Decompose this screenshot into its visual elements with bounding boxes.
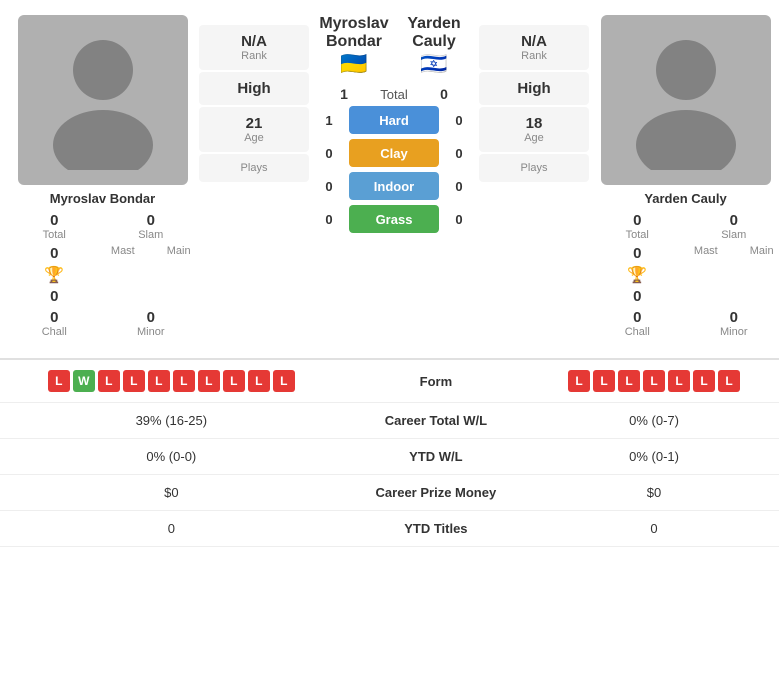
- player2-flag: 🇮🇱: [420, 51, 447, 77]
- player2-header: Yarden Cauly 🇮🇱: [394, 15, 474, 77]
- player1-header: Myroslav Bondar 🇺🇦: [314, 15, 394, 77]
- player2-plays-box: Plays: [479, 154, 589, 182]
- stats-table: LWLLLLLLLL Form LLLLLLL 39% (16-25) Care…: [0, 360, 779, 547]
- player1-stats: 0 Total 0 Slam 0 🏆 0: [10, 212, 195, 338]
- stat-label: Career Total W/L: [343, 403, 529, 439]
- player1-card: Myroslav Bondar 0 Total 0 Slam 0 🏆: [10, 15, 195, 338]
- stat-label: YTD W/L: [343, 439, 529, 475]
- surface-row-indoor: 0 Indoor 0: [314, 172, 474, 200]
- player2-age-box: 18 Age: [479, 107, 589, 152]
- bottom-section: LWLLLLLLLL Form LLLLLLL 39% (16-25) Care…: [0, 358, 779, 547]
- player1-avatar: [18, 15, 188, 185]
- stat-p2-value: 0% (0-7): [529, 403, 779, 439]
- player2-level-box: High: [479, 72, 589, 105]
- player2-minor: 0 Minor: [690, 309, 779, 338]
- player1-total: 0 Total: [10, 212, 99, 241]
- total-row: 1 Total 0: [329, 86, 459, 102]
- stat-p1-value: $0: [0, 475, 343, 511]
- player1-middle-stats: N/A Rank High 21 Age Plays: [199, 25, 309, 182]
- player1-mast-row: 0 🏆 0: [10, 245, 99, 305]
- player1-plays-box: Plays: [199, 154, 309, 182]
- stat-label: Career Prize Money: [343, 475, 529, 511]
- player2-slam: 0 Slam: [690, 212, 779, 241]
- player2-chall: 0 Chall: [593, 309, 682, 338]
- surface-row-grass: 0 Grass 0: [314, 205, 474, 233]
- stat-p2-value: 0: [529, 511, 779, 547]
- trophy2-icon: 🏆: [627, 265, 647, 285]
- names-row: Myroslav Bondar 🇺🇦 Yarden Cauly 🇮🇱: [314, 15, 474, 77]
- player1-rank-box: N/A Rank: [199, 25, 309, 70]
- player2-mast-row: 0 🏆 0: [593, 245, 682, 305]
- center-area: Myroslav Bondar 🇺🇦 Yarden Cauly 🇮🇱 1 Tot…: [314, 15, 474, 338]
- player1-header-name: Myroslav Bondar: [314, 15, 394, 51]
- player1-level-box: High: [199, 72, 309, 105]
- main-layout: Myroslav Bondar 0 Total 0 Slam 0 🏆: [0, 0, 779, 547]
- player2-avatar: [601, 15, 771, 185]
- stat-label: YTD Titles: [343, 511, 529, 547]
- player2-total: 0 Total: [593, 212, 682, 241]
- player1-name: Myroslav Bondar: [50, 191, 155, 206]
- player1-age-box: 21 Age: [199, 107, 309, 152]
- player1-mast-label-row: Mast Main: [107, 245, 196, 305]
- surface-row-clay: 0 Clay 0: [314, 139, 474, 167]
- p1-total: 1: [329, 86, 359, 102]
- form-label: Form: [343, 360, 529, 403]
- surface-row-hard: 1 Hard 0: [314, 106, 474, 134]
- player2-header-name: Yarden Cauly: [394, 15, 474, 51]
- form-row: LWLLLLLLLL Form LLLLLLL: [0, 360, 779, 403]
- stat-p1-value: 0% (0-0): [0, 439, 343, 475]
- player1-form: LWLLLLLLLL: [0, 360, 343, 403]
- stat-p1-value: 39% (16-25): [0, 403, 343, 439]
- stats-row: 39% (16-25) Career Total W/L 0% (0-7): [0, 403, 779, 439]
- p2-total: 0: [429, 86, 459, 102]
- player2-mast-label-row: Mast Main: [690, 245, 779, 305]
- left-player-area: Myroslav Bondar 0 Total 0 Slam 0 🏆: [10, 15, 309, 338]
- stat-p2-value: $0: [529, 475, 779, 511]
- stat-p2-value: 0% (0-1): [529, 439, 779, 475]
- top-content: Myroslav Bondar 0 Total 0 Slam 0 🏆: [0, 0, 779, 348]
- player2-stats: 0 Total 0 Slam 0 🏆 0: [593, 212, 778, 338]
- stats-row: 0% (0-0) YTD W/L 0% (0-1): [0, 439, 779, 475]
- right-player-area: Yarden Cauly 0 Total 0 Slam 0 🏆 0: [479, 15, 778, 338]
- player2-form: LLLLLLL: [529, 360, 779, 403]
- player1-flag: 🇺🇦: [340, 51, 367, 77]
- player2-rank-box: N/A Rank: [479, 25, 589, 70]
- player2-name: Yarden Cauly: [644, 191, 726, 206]
- stats-row: 0 YTD Titles 0: [0, 511, 779, 547]
- player1-minor: 0 Minor: [107, 309, 196, 338]
- trophy1-icon: 🏆: [44, 265, 64, 285]
- stat-p1-value: 0: [0, 511, 343, 547]
- total-label: Total: [364, 87, 424, 102]
- player1-slam: 0 Slam: [107, 212, 196, 241]
- player2-middle-stats: N/A Rank High 18 Age Plays: [479, 25, 589, 182]
- player1-chall: 0 Chall: [10, 309, 99, 338]
- surface-rows: 1 Hard 0 0 Clay 0 0 Indoor 0 0 Grass 0: [314, 106, 474, 233]
- player2-card: Yarden Cauly 0 Total 0 Slam 0 🏆 0: [593, 15, 778, 338]
- stats-row: $0 Career Prize Money $0: [0, 475, 779, 511]
